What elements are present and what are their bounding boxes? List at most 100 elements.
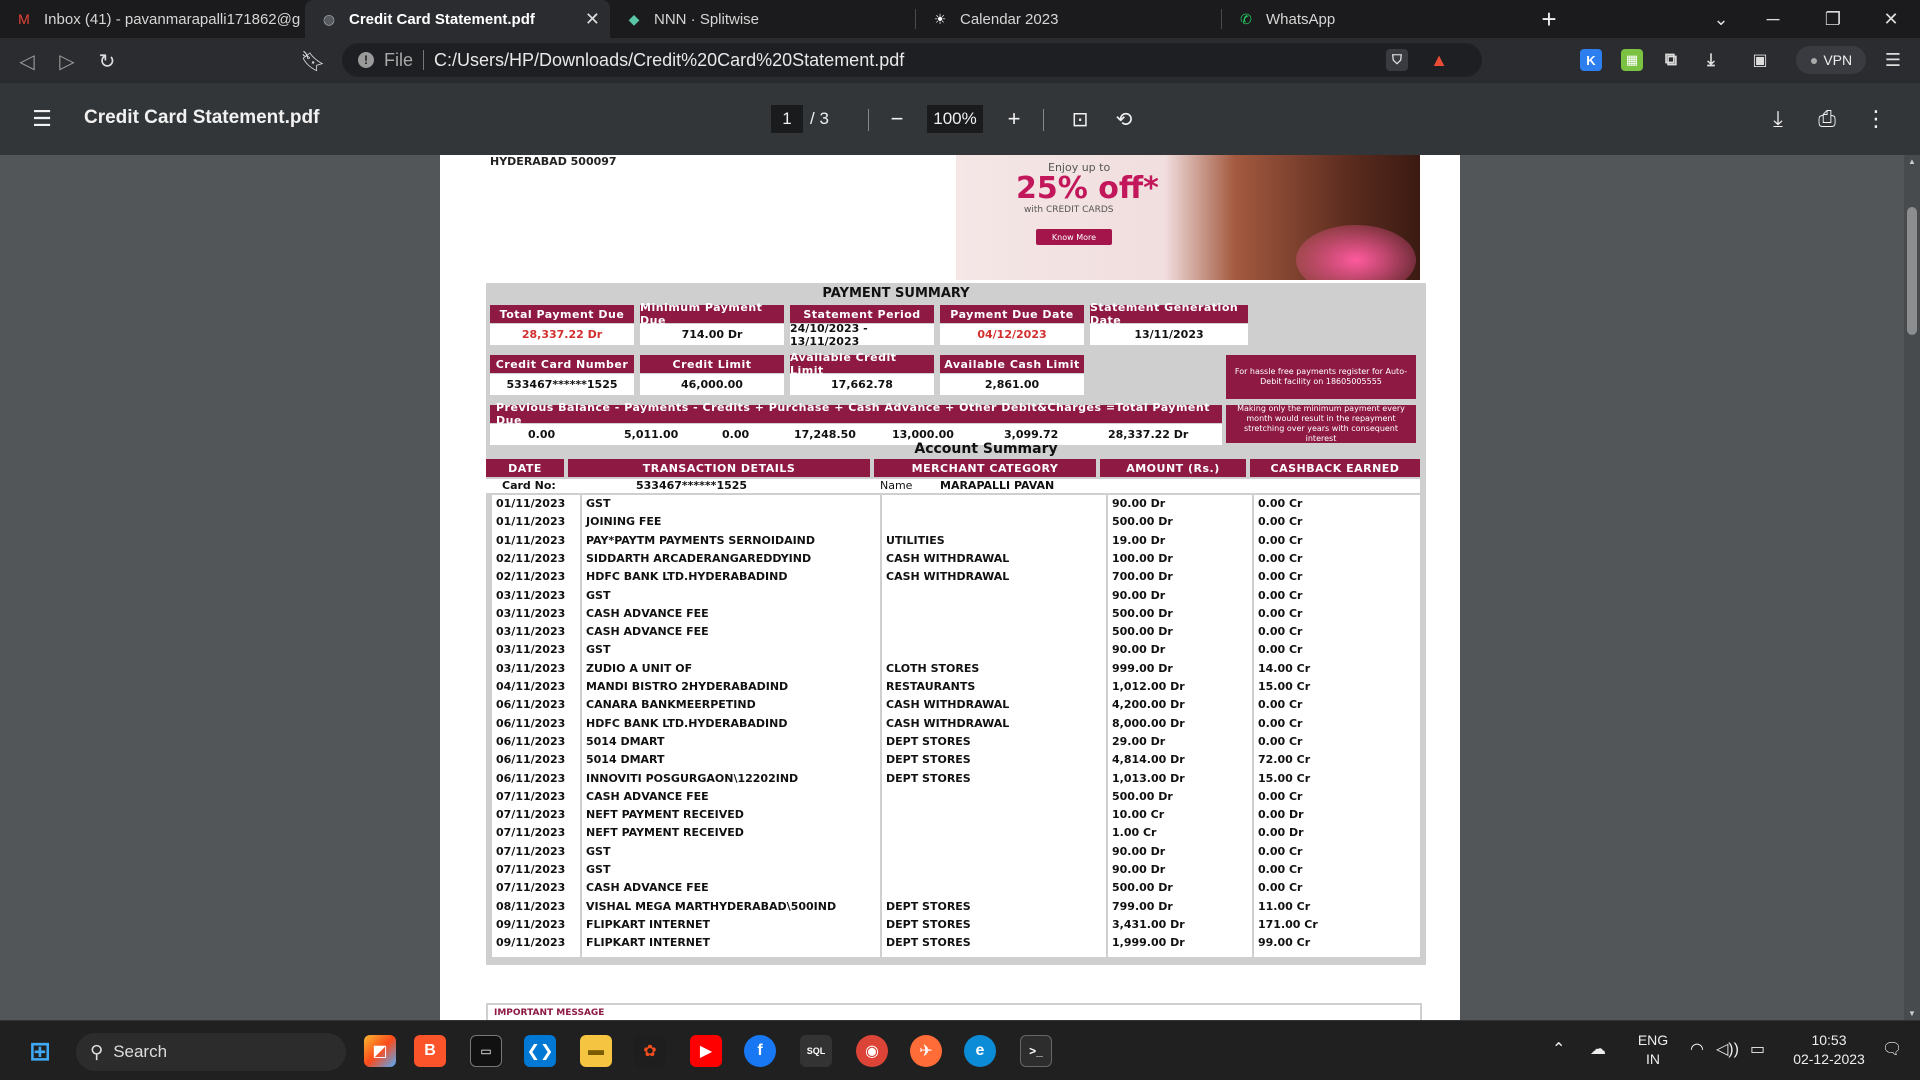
cell-cashback: 99.00 Cr [1258, 936, 1311, 950]
summary-value: 17,662.78 [790, 374, 934, 395]
battery-icon[interactable]: ▭ [1750, 1039, 1765, 1059]
minimize-icon[interactable]: ─ [1748, 0, 1798, 38]
new-tab-button[interactable]: + [1527, 0, 1571, 38]
tab-0[interactable]: M Inbox (41) - pavanmarapalli171862@g [0, 0, 305, 38]
edge-icon[interactable]: e [964, 1035, 996, 1067]
volume-icon[interactable]: ◁)) [1716, 1039, 1739, 1059]
cell-amount: 500.00 Dr [1112, 606, 1173, 620]
extension-icon[interactable]: ▦ [1621, 49, 1643, 71]
cell-date: 03/11/2023 [496, 588, 566, 602]
rotate-icon[interactable]: ⟲ [1108, 103, 1140, 135]
formula-value: 13,000.00 [892, 428, 954, 441]
close-tab-icon[interactable]: ✕ [585, 9, 600, 30]
cell-cashback: 0.00 Cr [1258, 881, 1303, 895]
cell-cashback: 0.00 Cr [1258, 698, 1303, 712]
reload-icon[interactable]: ↻ [92, 46, 122, 76]
cell-details: GST [586, 844, 611, 858]
cell-date: 03/11/2023 [496, 625, 566, 639]
menu-icon[interactable]: ☰ [1882, 49, 1904, 71]
formula-value: 3,099.72 [1004, 428, 1059, 441]
cell-details: CASH ADVANCE FEE [586, 606, 709, 620]
forward-icon[interactable]: ▷ [52, 46, 82, 76]
cell-amount: 4,814.00 Dr [1112, 753, 1185, 767]
chrome-icon[interactable]: ◉ [856, 1035, 888, 1067]
restore-icon[interactable]: ❐ [1808, 0, 1858, 38]
notifications-icon[interactable]: 🗨︎ [1882, 1039, 1902, 1059]
cmd-icon[interactable]: >_ [1020, 1035, 1052, 1067]
show-hidden-icons[interactable]: ⌃ [1552, 1039, 1565, 1059]
promo-banner[interactable]: Enjoy up to 25% off* with CREDIT CARDS K… [956, 155, 1420, 280]
cell-date: 07/11/2023 [496, 789, 566, 803]
postman-icon[interactable]: ✈ [910, 1035, 942, 1067]
account-summary-title: Account Summary [914, 441, 1058, 457]
file-explorer-icon[interactable]: ▬ [580, 1035, 612, 1067]
cell-date: 04/11/2023 [496, 680, 566, 693]
min-payment-note: Making only the minimum payment every mo… [1226, 404, 1416, 443]
tab-search-chevron-icon[interactable]: ⌄ [1696, 0, 1746, 38]
zoom-input[interactable]: 100% [927, 105, 983, 133]
tab-1[interactable]: ◍ Credit Card Statement.pdf ✕ [305, 0, 610, 38]
k-extension-icon[interactable]: K [1580, 49, 1602, 71]
start-icon[interactable]: ⊞ [24, 1035, 56, 1067]
cell-date: 07/11/2023 [496, 844, 566, 858]
close-window-icon[interactable]: ✕ [1866, 0, 1916, 38]
url-text[interactable]: C:/Users/HP/Downloads/Credit%20Card%20St… [434, 50, 904, 71]
download-pdf-icon[interactable]: ⤓ [1762, 103, 1794, 135]
mysql-icon[interactable]: SQL [800, 1035, 832, 1067]
terminal-taskbar-icon[interactable]: ▭ [470, 1035, 502, 1067]
cell-cashback: 0.00 Cr [1258, 570, 1303, 584]
wifi-icon[interactable]: ◠ [1690, 1039, 1704, 1059]
vscode-taskbar-icon[interactable]: ❮❯ [524, 1035, 556, 1067]
column-header: AMOUNT (Rs.) [1100, 459, 1246, 477]
cell-date: 03/11/2023 [496, 661, 566, 675]
brave-rewards-icon[interactable]: ▲ [1428, 49, 1450, 71]
cell-amount: 90.00 Dr [1112, 863, 1166, 876]
tab-2[interactable]: ◆ NNN · Splitwise [610, 0, 915, 38]
pdf-toolbar: ☰ Credit Card Statement.pdf 1 / 3 − 100%… [0, 83, 1920, 155]
facebook-icon[interactable]: f [744, 1035, 776, 1067]
scrollbar[interactable]: ▲ ▼ [1904, 155, 1920, 1020]
download-icon[interactable]: ⤓ [1700, 49, 1722, 71]
windows-taskbar: ⊞ ⚲ Search ◩ B ▭ ❮❯ ▬ ✿ ▶ f SQL ◉ ✈ e >_… [0, 1020, 1920, 1080]
back-icon[interactable]: ◁ [12, 46, 42, 76]
widgets-icon[interactable]: ◩ [364, 1035, 396, 1067]
cell-details: SIDDARTH ARCADERANGAREDDYIND [586, 551, 812, 565]
pdf-viewer[interactable]: HYDERABAD 500097 Enjoy up to 25% off* wi… [0, 155, 1920, 1020]
brave-taskbar-icon[interactable]: B [414, 1035, 446, 1067]
figma-icon[interactable]: ✿ [634, 1035, 666, 1067]
know-more-button[interactable]: Know More [1036, 229, 1112, 245]
url-field[interactable]: ! File C:/Users/HP/Downloads/Credit%20Ca… [342, 43, 1482, 77]
zoom-in-icon[interactable]: + [998, 103, 1030, 135]
formula-value: 0.00 [722, 428, 750, 441]
scroll-thumb[interactable] [1907, 207, 1917, 335]
clock[interactable]: 10:53 02-12-2023 [1780, 1031, 1878, 1069]
more-actions-icon[interactable]: ⋮ [1860, 103, 1892, 135]
cell-cashback: 0.00 Cr [1258, 716, 1303, 730]
summary-label: Available Cash Limit [940, 355, 1084, 373]
formula-value: 5,011.00 [624, 428, 679, 441]
sidebar-menu-icon[interactable]: ☰ [26, 103, 58, 135]
cell-details: CASH ADVANCE FEE [586, 881, 709, 895]
summary-value: 533467******1525 [490, 374, 634, 395]
page-number-input[interactable]: 1 [771, 105, 803, 133]
tab-3[interactable]: ☀ Calendar 2023 [916, 0, 1221, 38]
print-icon[interactable]: ⎙ [1811, 103, 1843, 135]
zoom-out-icon[interactable]: − [881, 103, 913, 135]
cell-category: DEPT STORES [886, 936, 971, 950]
cell-amount: 1,013.00 Dr [1112, 771, 1185, 785]
brave-shields-icon[interactable]: ⛉ [1386, 49, 1408, 71]
vpn-button[interactable]: ● VPN [1796, 46, 1866, 74]
tab-4[interactable]: ✆ WhatsApp [1222, 0, 1527, 38]
whatsapp-icon: ✆ [1240, 10, 1252, 27]
language-indicator[interactable]: ENG IN [1636, 1031, 1670, 1069]
info-icon[interactable]: ! [358, 52, 374, 68]
youtube-icon[interactable]: ▶ [690, 1035, 722, 1067]
onedrive-icon[interactable]: ☁ [1590, 1039, 1606, 1059]
wallet-icon[interactable]: ▣ [1749, 49, 1771, 71]
fit-page-icon[interactable]: ⊡ [1064, 103, 1096, 135]
bookmark-icon[interactable]: 🔖︎ [298, 46, 328, 76]
puzzle-icon[interactable]: ⧉ [1660, 49, 1682, 71]
cell-amount: 1,012.00 Dr [1112, 680, 1185, 693]
taskbar-search[interactable]: ⚲ Search [76, 1033, 346, 1071]
table-row: 01/11/2023 JOINING FEE 500.00 Dr 0.00 Cr [486, 515, 1420, 533]
